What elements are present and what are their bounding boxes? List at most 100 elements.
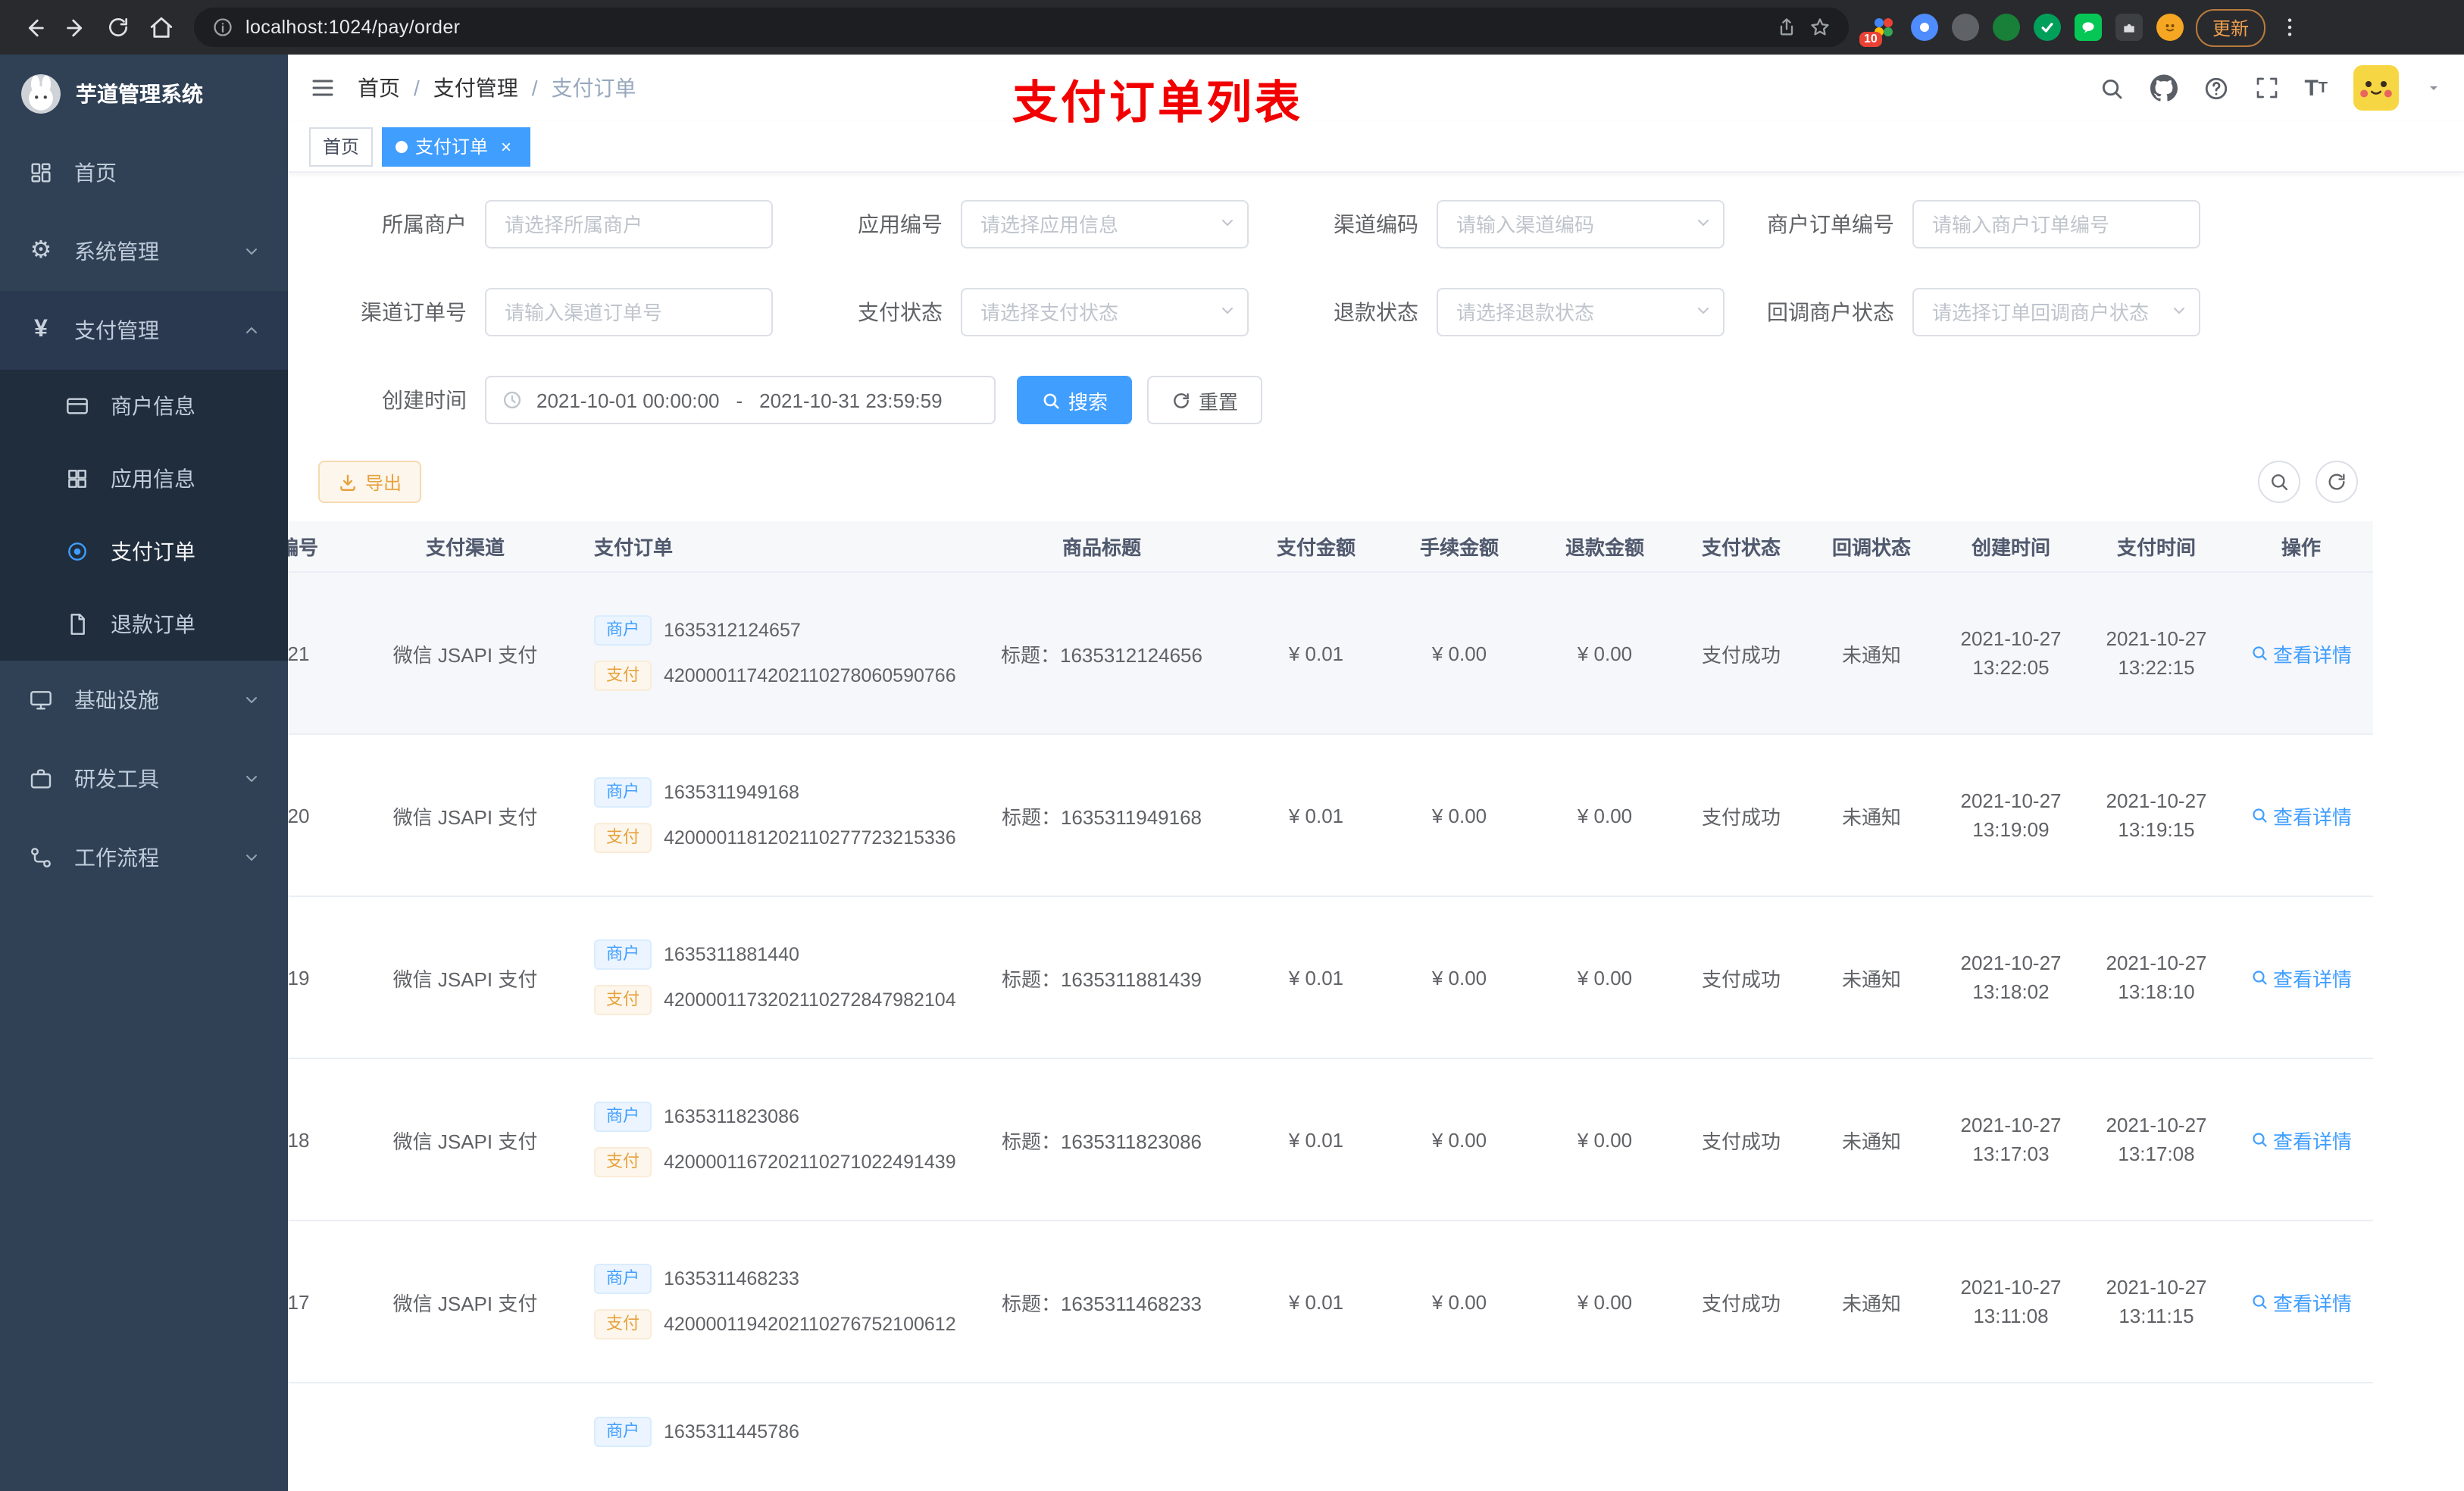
view-detail-link[interactable]: 查看详情 [2250,963,2352,992]
pay-status-select[interactable] [961,288,1249,336]
export-button[interactable]: 导出 [318,461,422,503]
sidebar-item-home[interactable]: 首页 [0,133,288,212]
extension-green-icon[interactable] [1993,14,2020,41]
extension-check-icon[interactable] [2034,14,2061,41]
refund-cell: ¥ 0.00 [1577,1290,1633,1313]
view-detail-link[interactable]: 查看详情 [2250,1125,2352,1154]
briefcase-icon [27,767,55,791]
sidebar-item-label: 工作流程 [74,846,159,870]
logo-row[interactable]: 芋道管理系统 [0,55,288,133]
breadcrumb-pay-manage[interactable]: 支付管理 [433,73,518,103]
create-time-range-picker[interactable]: 2021-10-01 00:00:00 - 2021-10-31 23:59:5… [485,376,996,424]
merchant-input[interactable] [485,200,773,248]
create-time-label: 创建时间 [382,388,467,412]
merchant-order-no: 1635311823086 [664,1106,799,1127]
pay-time-cell: 2021-10-27 13:18:10 [2106,952,2207,1003]
sidebar-item-infrastructure[interactable]: 基础设施 [0,661,288,739]
refund-status-select[interactable] [1437,288,1724,336]
pay-time-cell: 2021-10-27 13:19:15 [2106,789,2207,841]
filter-app-no: 应用编号 [794,200,1249,248]
col-header-subject: 商品标题 [1062,536,1141,559]
sidebar-item-pay-order[interactable]: 支付订单 [0,515,288,588]
chevron-down-icon [242,770,261,788]
font-size-icon[interactable]: TT [2304,75,2328,101]
reset-button[interactable]: 重置 [1147,376,1263,424]
sidebar-item-workflow[interactable]: 工作流程 [0,818,288,897]
search-button[interactable]: 搜索 [1017,376,1133,424]
github-icon[interactable] [2150,74,2178,102]
browser-menu-icon[interactable] [2278,15,2302,39]
breadcrumb-separator: / [531,76,538,100]
tab-home[interactable]: 首页 [309,127,374,166]
sidebar-item-payment[interactable]: ¥ 支付管理 [0,291,288,370]
merchant-order-no-input[interactable] [1912,200,2200,248]
reload-icon[interactable] [97,6,139,48]
view-detail-link[interactable]: 查看详情 [2250,1287,2352,1316]
sidebar-item-refund-order[interactable]: 退款订单 [0,588,288,661]
merchant-tag: 商户 [594,939,652,970]
tab-pay-order[interactable]: 支付订单 × [382,127,531,166]
notify-status-cell: 未通知 [1841,1292,1901,1314]
view-detail-link[interactable]: 查看详情 [2250,801,2352,830]
extension-smiley-icon[interactable] [2156,14,2184,41]
refresh-table-icon[interactable] [2315,461,2358,503]
user-avatar[interactable] [2353,65,2399,111]
date-end: 2021-10-31 23:59:59 [759,389,943,411]
toggle-search-icon[interactable] [2258,461,2300,503]
monitor-icon [27,688,55,712]
merchant-tag: 商户 [594,1102,652,1132]
breadcrumb-separator: / [414,76,420,100]
address-bar[interactable]: localhost:1024/pay/order [194,8,1849,47]
filter-label: 回调商户状态 [1767,300,1894,324]
extension-colorful-icon[interactable]: 10 [1859,14,1897,47]
pay-status-cell: 支付成功 [1701,967,1781,990]
home-icon[interactable] [139,6,182,48]
channel-code-select[interactable] [1437,200,1724,248]
extension-pin-icon[interactable] [1911,14,1938,41]
channel-tag: 支付 [594,985,652,1015]
create-time-cell: 2021-10-27 13:17:03 [1960,1114,2062,1165]
search-icon[interactable] [2098,75,2124,101]
merchant-order-no: 1635311445786 [664,1421,799,1443]
browser-update-button[interactable]: 更新 [2196,8,2266,46]
sidebar-item-system[interactable]: ⚙ 系统管理 [0,212,288,291]
hamburger-icon[interactable] [309,74,336,102]
sidebar-item-dev-tools[interactable]: 研发工具 [0,739,288,818]
channel-order-no-input[interactable] [485,288,773,336]
extension-puzzle-icon[interactable] [2115,14,2143,41]
merchant-order-no: 1635312124657 [664,620,801,641]
sidebar-item-app-info[interactable]: 应用信息 [0,442,288,515]
fee-cell: ¥ 0.00 [1431,642,1487,664]
notify-status-select[interactable] [1912,288,2200,336]
breadcrumb-home[interactable]: 首页 [358,73,400,103]
main-panel: 首页 / 支付管理 / 支付订单 支付订单列表 TT 首页 支付订单 × 所属商… [288,55,2464,1491]
sidebar: 芋道管理系统 首页 ⚙ 系统管理 ¥ 支付管理 商户信息 应用信息 支付订单 退款订单 基础设施研… [0,55,288,1491]
flow-icon [27,846,55,870]
sidebar-item-merchant-info[interactable]: 商户信息 [0,370,288,442]
forward-icon[interactable] [55,6,97,48]
pay-status-cell: 支付成功 [1701,643,1781,666]
close-icon[interactable]: × [496,136,517,157]
fullscreen-icon[interactable] [2254,76,2278,100]
chevron-down-icon[interactable] [2425,79,2443,97]
back-icon[interactable] [12,6,55,48]
pay-status-cell: 支付成功 [1701,1130,1781,1152]
view-detail-link[interactable]: 查看详情 [2250,639,2352,667]
pay-order-cell: 商户 1635311468233 支付 42000011942021102767521… [579,1264,958,1339]
extension-chat-icon[interactable] [2075,14,2102,41]
help-icon[interactable] [2203,75,2228,101]
app-shell: 芋道管理系统 首页 ⚙ 系统管理 ¥ 支付管理 商户信息 应用信息 支付订单 退款订单 基础设施研… [0,55,2464,1491]
card-icon [64,394,91,418]
refund-cell: ¥ 0.00 [1577,804,1633,827]
notify-status-cell: 未通知 [1841,805,1901,828]
pay-time-cell: 2021-10-27 13:22:15 [2106,627,2207,679]
gear-icon: ⚙ [30,238,52,264]
filter-merchant-order-no: 商户订单编号 [1746,200,2200,248]
bookmark-star-icon[interactable] [1809,17,1831,38]
pay-order-cell: 商户 1635311445786 [579,1417,958,1447]
share-icon[interactable] [1776,17,1797,38]
site-info-icon[interactable] [212,17,233,38]
app-no-select[interactable] [961,200,1249,248]
active-dot [396,140,408,152]
extension-gray-icon[interactable] [1952,14,1979,41]
